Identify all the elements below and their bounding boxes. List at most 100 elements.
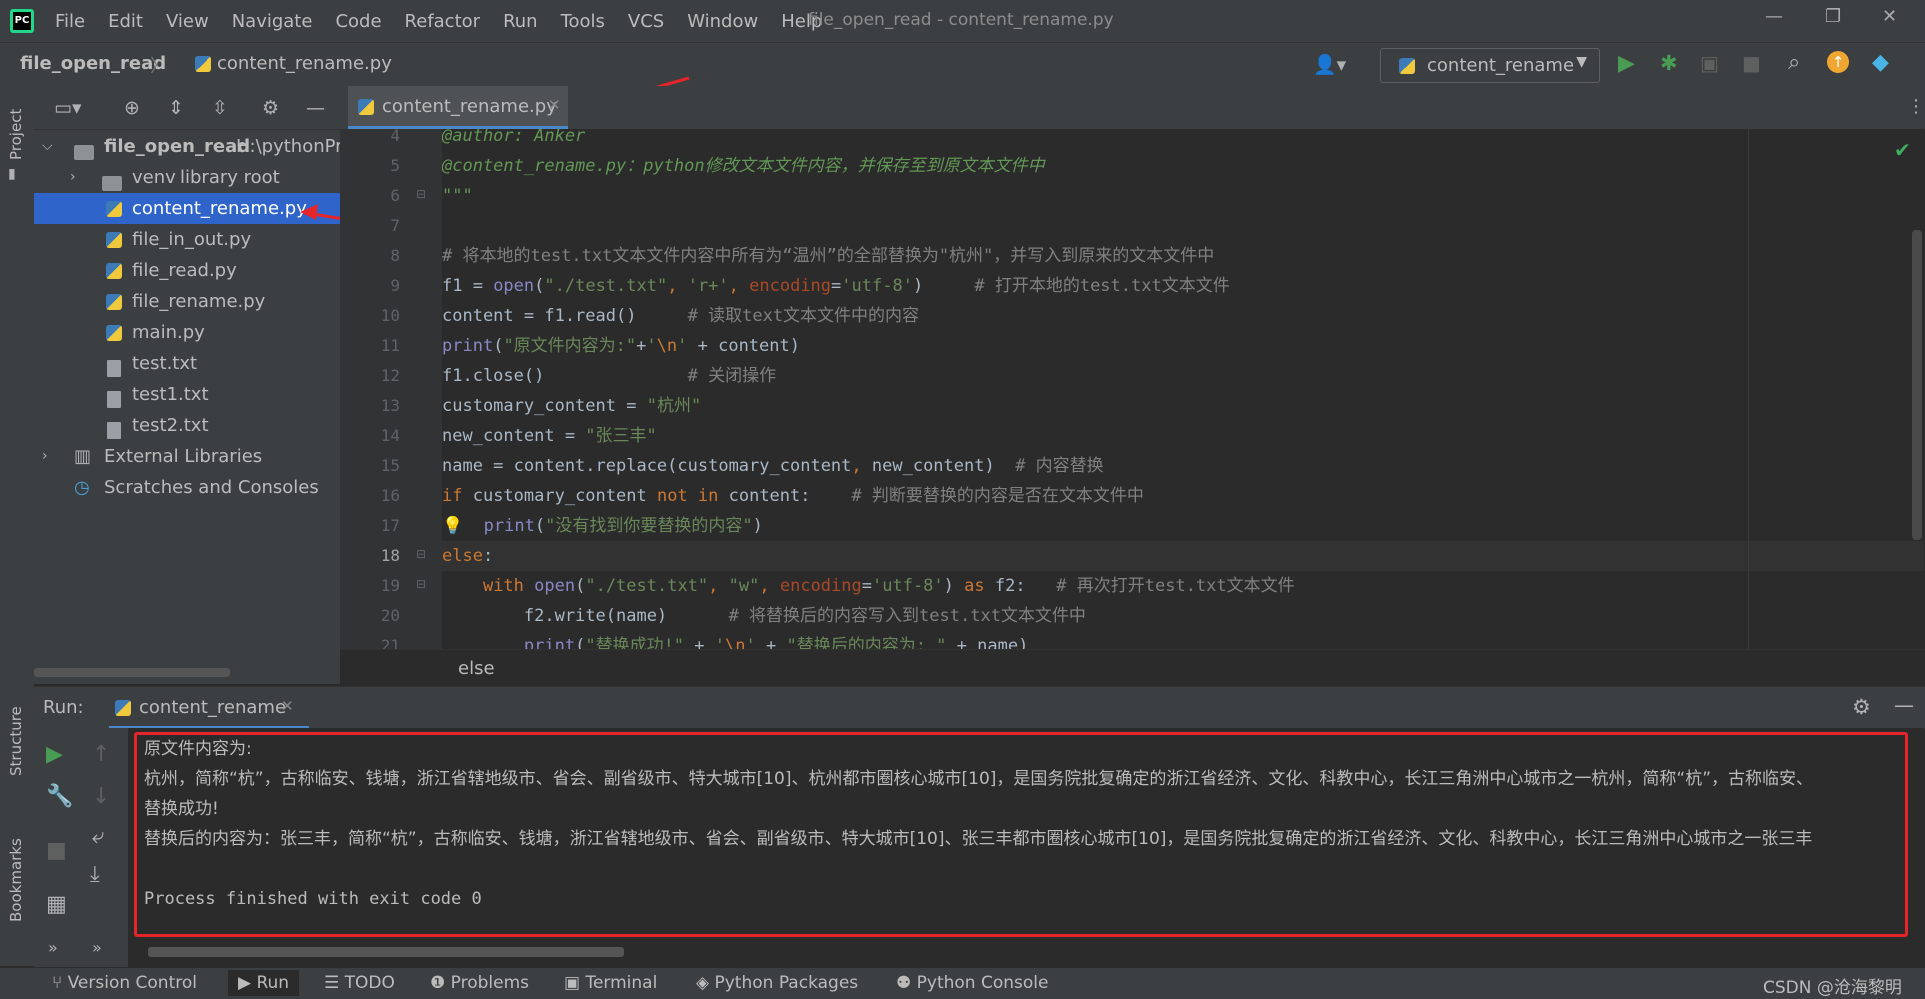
breadcrumb-project[interactable]: file_open_read <box>20 53 166 74</box>
hide-icon[interactable]: — <box>306 97 325 119</box>
tree-item-test-txt[interactable]: test.txt <box>34 348 340 379</box>
structure-tool-label[interactable]: Structure <box>7 706 25 776</box>
code-line: f1.close() # 关闭操作 <box>442 366 777 386</box>
scroll-to-end-icon[interactable]: ⤓ <box>90 862 100 887</box>
annotation-highlight-box <box>134 732 1908 937</box>
minimize-icon[interactable]: — <box>1765 6 1783 27</box>
tree-item-external-libraries[interactable]: › ▥ External Libraries <box>34 441 340 472</box>
tool-version-control[interactable]: ⑂ Version Control <box>52 973 197 993</box>
run-toolbar: ▶ ↑ 🔧 ↓ ⤶ ■ ⤓ ▦ » » <box>34 728 128 968</box>
tool-python-console[interactable]: ⚉ Python Console <box>896 973 1048 993</box>
menu-vcs[interactable]: VCS <box>628 11 664 32</box>
tree-item-scratches[interactable]: ◷ Scratches and Consoles <box>34 472 340 503</box>
menu-code[interactable]: Code <box>335 11 381 32</box>
wrench-icon[interactable]: 🔧 <box>46 784 73 809</box>
python-file-icon <box>358 99 374 115</box>
tool-run[interactable]: ▶ Run <box>228 970 300 996</box>
breadcrumb-file[interactable]: content_rename.py <box>195 53 392 74</box>
close-icon[interactable]: ✕ <box>281 697 294 715</box>
console-horizontal-scrollbar[interactable] <box>148 947 624 957</box>
menu-navigate[interactable]: Navigate <box>232 11 313 32</box>
stop-icon[interactable]: ■ <box>46 838 67 863</box>
code-editor[interactable]: @author: Anker @content_rename.py：python… <box>442 129 1924 649</box>
line-number: 20 <box>380 606 400 625</box>
project-scrollbar[interactable] <box>34 668 230 677</box>
tool-terminal[interactable]: ▣ Terminal <box>564 973 657 993</box>
close-window-icon[interactable]: ✕ <box>1882 6 1897 27</box>
chevron-down-icon: ▼ <box>1576 54 1587 70</box>
tree-item-file-open-read[interactable]: ⌵ file_open_read H:\pythonPro <box>34 131 353 162</box>
menu-file[interactable]: File <box>55 11 85 32</box>
tree-item-venv[interactable]: › venv library root <box>34 162 340 193</box>
up-arrow-icon[interactable]: ↑ <box>92 742 110 767</box>
menu-bar: PC File Edit View Navigate Code Refactor… <box>0 0 1925 42</box>
bookmarks-tool-label[interactable]: Bookmarks <box>7 838 25 922</box>
menu-run[interactable]: Run <box>503 11 538 32</box>
project-tool-label[interactable]: Project <box>7 109 25 160</box>
gear-icon[interactable]: ⚙ <box>262 97 279 119</box>
locate-icon[interactable]: ⊕ <box>124 97 140 119</box>
editor-breadcrumb: else <box>340 649 1925 686</box>
tree-item-content-rename[interactable]: content_rename.py <box>34 193 340 224</box>
python-file-icon <box>195 56 211 72</box>
fold-icon[interactable]: ⊟ <box>416 577 426 591</box>
close-icon[interactable]: ✕ <box>548 96 561 114</box>
navigation-bar: file_open_read 〉 content_rename.py 👤▾ co… <box>0 42 1925 88</box>
run-icon[interactable]: ▶ <box>1618 51 1635 76</box>
more-icon[interactable]: » <box>48 938 58 957</box>
line-number: 10 <box>380 306 400 325</box>
run-icon: ▶ <box>238 973 257 993</box>
gear-icon[interactable]: ⚙ <box>1852 695 1871 719</box>
expand-all-icon[interactable]: ⇕ <box>168 97 184 119</box>
tree-item-main[interactable]: main.py <box>34 317 340 348</box>
bottom-tool-bar: ⑂ Version Control ▶ Run ☰ TODO ❶ Problem… <box>0 967 1925 999</box>
breadcrumb-else[interactable]: else <box>458 658 495 679</box>
tree-item-file-rename[interactable]: file_rename.py <box>34 286 340 317</box>
more-icon[interactable]: » <box>92 938 102 957</box>
menu-view[interactable]: View <box>166 11 209 32</box>
rerun-icon[interactable]: ▶ <box>46 742 63 767</box>
user-icon[interactable]: 👤▾ <box>1313 53 1346 76</box>
tree-item-test2-txt[interactable]: test2.txt <box>34 410 340 441</box>
folder-icon: ▮ <box>8 166 16 182</box>
soft-wrap-icon[interactable]: ⤶ <box>92 824 104 849</box>
fold-icon[interactable]: ⊟ <box>416 547 426 561</box>
code-line: """ <box>442 186 473 206</box>
tree-item-file-in-out[interactable]: file_in_out.py <box>34 224 340 255</box>
coverage-icon[interactable]: ▣ <box>1700 51 1719 75</box>
hide-icon[interactable]: — <box>1894 693 1914 717</box>
update-icon[interactable]: ↑ <box>1827 51 1849 73</box>
run-tab-content-rename[interactable]: content_rename ✕ <box>109 687 309 729</box>
jetbrains-icon[interactable]: ◆ <box>1872 50 1889 75</box>
tool-problems[interactable]: ❶ Problems <box>430 973 529 993</box>
menu-tools[interactable]: Tools <box>561 11 605 32</box>
menu-window[interactable]: Window <box>687 11 758 32</box>
tool-todo[interactable]: ☰ TODO <box>324 973 395 993</box>
code-line: else: <box>442 546 494 566</box>
tree-item-file-read[interactable]: file_read.py <box>34 255 340 286</box>
line-number: 9 <box>390 276 400 295</box>
line-number: 17 <box>380 516 400 535</box>
editor-scrollbar[interactable] <box>1912 230 1922 540</box>
tool-python-packages[interactable]: ◈ Python Packages <box>696 973 858 993</box>
more-icon[interactable]: ⋮ <box>1907 96 1925 117</box>
project-view-icon[interactable]: ▭▾ <box>54 97 82 119</box>
tree-item-test1-txt[interactable]: test1.txt <box>34 379 340 410</box>
debug-icon[interactable]: ✱ <box>1660 51 1678 75</box>
scratches-icon: ◷ <box>74 477 90 498</box>
restore-icon[interactable]: ❐ <box>1825 6 1841 27</box>
code-line: print("替换成功!" + '\n' + "替换后的内容为: " + nam… <box>523 636 1029 649</box>
collapse-all-icon[interactable]: ⇳ <box>212 97 228 119</box>
python-file-icon <box>106 325 122 341</box>
chevron-right-icon: › <box>70 169 76 185</box>
menu-refactor[interactable]: Refactor <box>405 11 481 32</box>
menu-edit[interactable]: Edit <box>108 11 143 32</box>
code-line: with open("./test.txt", "w", encoding='u… <box>482 576 1295 596</box>
down-arrow-icon[interactable]: ↓ <box>92 784 110 809</box>
code-line: name = content.replace(customary_content… <box>442 456 1104 476</box>
stop-icon[interactable]: ■ <box>1742 51 1761 75</box>
layout-icon[interactable]: ▦ <box>46 892 67 917</box>
run-configuration-select[interactable]: content_rename ▼ <box>1380 48 1600 83</box>
search-icon[interactable]: ⌕ <box>1788 50 1800 75</box>
fold-icon[interactable]: ⊟ <box>416 187 426 201</box>
